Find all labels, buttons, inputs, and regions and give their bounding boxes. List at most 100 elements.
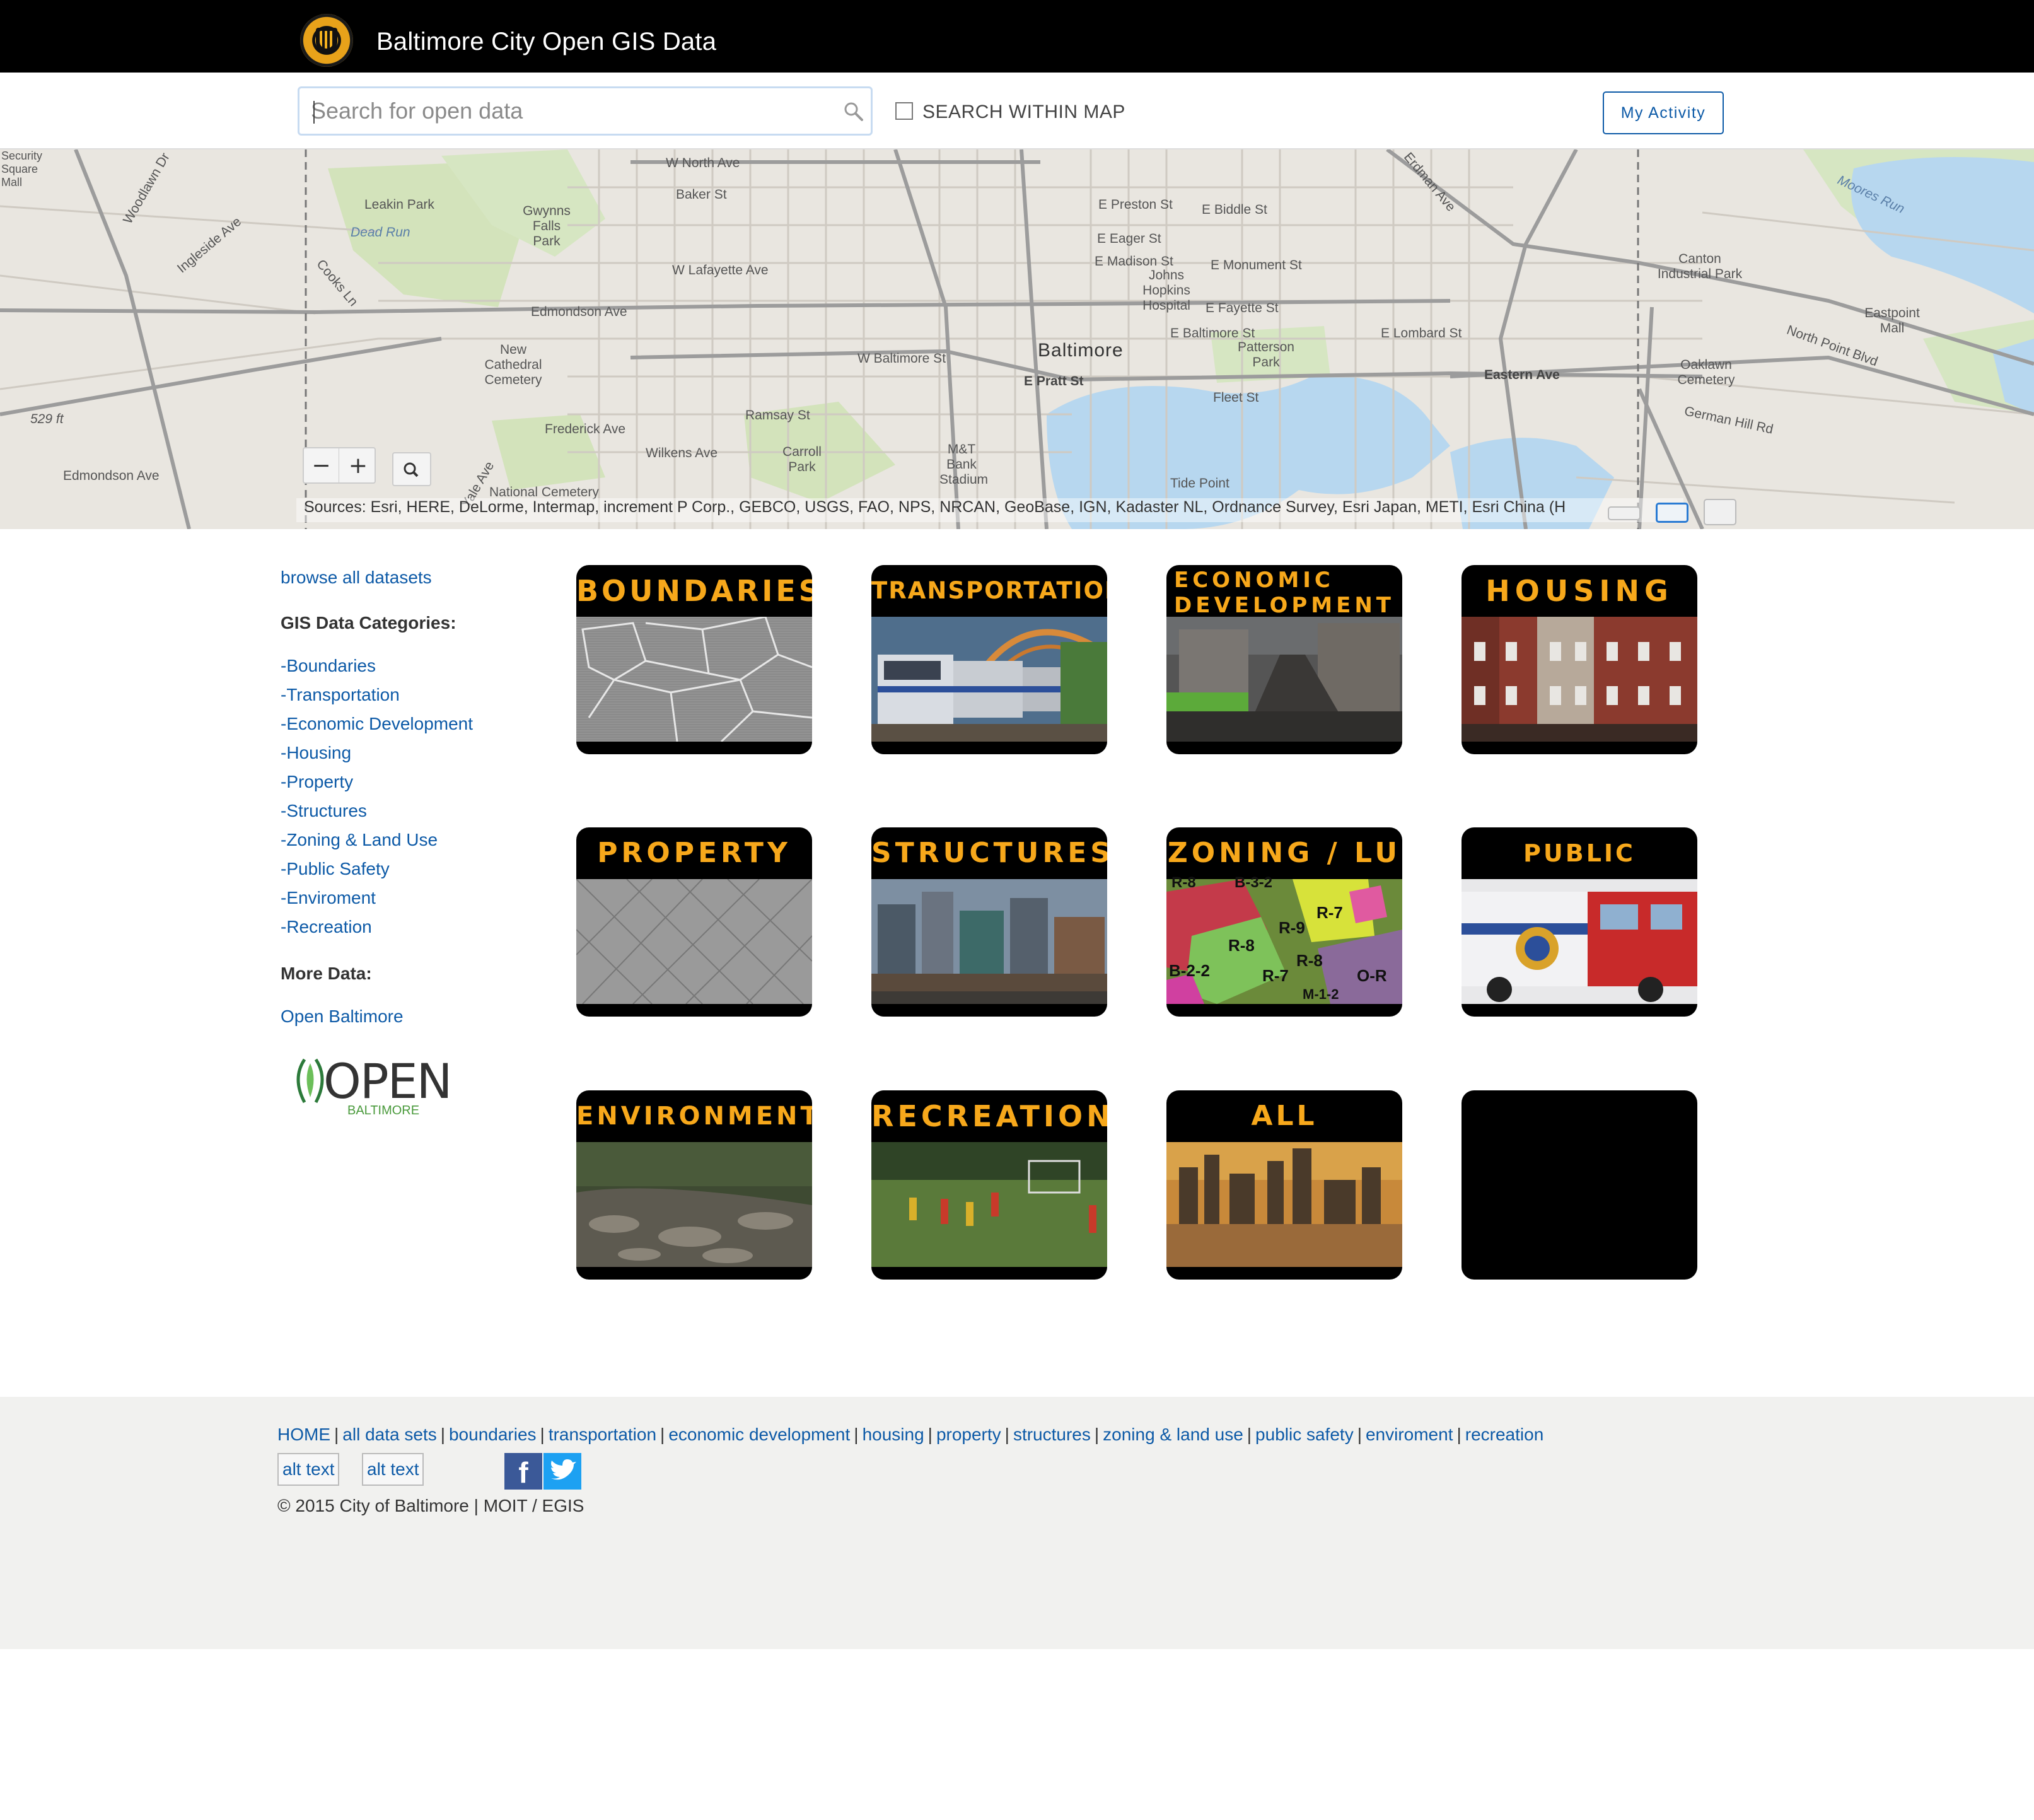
map-label: E Biddle St (1202, 202, 1267, 217)
tile-title: PROPERTY (597, 837, 791, 869)
my-activity-button[interactable]: My Activity (1603, 91, 1724, 134)
street-construction-image (1166, 617, 1402, 742)
footer-separator: | (540, 1425, 545, 1444)
brick-rowhouses-image (1462, 617, 1697, 742)
map-search-button[interactable] (392, 452, 431, 486)
tile-economic-development[interactable]: ECONOMIC DEVELOPMENT (1166, 565, 1402, 754)
twitter-icon[interactable] (543, 1453, 581, 1490)
tile-boundaries[interactable]: BOUNDARIES (576, 565, 812, 754)
sidebar-item-label: Structures (286, 801, 367, 820)
search-icon[interactable] (843, 101, 864, 122)
tile-all-datasets[interactable]: ALL DATASETS (1166, 1090, 1402, 1280)
sidebar-item-zoning[interactable]: -Zoning & Land Use (281, 830, 438, 850)
top-header-bar: Baltimore City Open GIS Data (0, 0, 2034, 73)
tile-transportation[interactable]: TRANSPORTATION (871, 565, 1107, 754)
sidebar-item-housing[interactable]: -Housing (281, 743, 351, 763)
search-box[interactable] (298, 86, 873, 136)
sidebar-item-structures[interactable]: -Structures (281, 801, 367, 821)
footer-link-transportation[interactable]: transportation (549, 1425, 656, 1444)
map-label: Frederick Ave (545, 422, 625, 436)
open-baltimore-logo[interactable]: OPEN BALTIMORE (292, 1053, 453, 1123)
light-rail-train-image (871, 617, 1107, 742)
map-label: Wilkens Ave (646, 446, 718, 460)
search-within-map-label[interactable]: SEARCH WITHIN MAP (922, 102, 1125, 123)
sidebar-item-label: Boundaries (286, 656, 376, 675)
footer-link-housing[interactable]: housing (863, 1425, 924, 1444)
zoom-out-button[interactable]: − (304, 448, 339, 482)
zoning-label: R-8 (1228, 936, 1255, 955)
browse-all-datasets-link[interactable]: browse all datasets (281, 568, 432, 588)
basemap-toggle-streets[interactable] (1656, 503, 1688, 523)
zoning-label: R-9 (1279, 918, 1305, 937)
sidebar-item-recreation[interactable]: -Recreation (281, 917, 372, 937)
footer-link-economic-development[interactable]: economic development (668, 1425, 850, 1444)
facebook-icon[interactable]: f (504, 1453, 542, 1490)
tile-title: PUBLIC SAFETY (1521, 839, 1636, 919)
zoom-in-button[interactable]: + (340, 448, 376, 482)
map-label: Canton Industrial Park (1657, 252, 1743, 281)
tile-title: TRANSPORTATION (871, 577, 1107, 604)
search-within-map-checkbox[interactable] (895, 102, 913, 120)
open-baltimore-link[interactable]: Open Baltimore (281, 1006, 404, 1027)
footer-link-recreation[interactable]: recreation (1465, 1425, 1544, 1444)
footer-link-property[interactable]: property (936, 1425, 1001, 1444)
footer-link-zoning[interactable]: zoning & land use (1103, 1425, 1243, 1444)
sidebar-item-economic-development[interactable]: -Economic Development (281, 714, 473, 734)
dash: - (281, 772, 287, 791)
tile-housing[interactable]: HOUSING (1462, 565, 1697, 754)
sidebar-item-label: Public Safety (286, 859, 390, 878)
footer-link-environment[interactable]: enviroment (1366, 1425, 1453, 1444)
sidebar-item-property[interactable]: -Property (281, 772, 353, 792)
sidebar-item-label: Recreation (286, 917, 372, 936)
dash: - (281, 830, 287, 849)
map-label: W Baltimore St (857, 351, 946, 366)
map-view[interactable]: W North Ave Leakin Park Gwynns Falls Par… (0, 149, 2034, 529)
text-cursor (313, 101, 315, 124)
tile-property[interactable]: PROPERTY (576, 827, 812, 1017)
tile-environment[interactable]: ENVIRONMENT (576, 1090, 812, 1280)
site-title[interactable]: Baltimore City Open GIS Data (376, 28, 716, 56)
boundaries-image (576, 617, 812, 742)
tile-structures[interactable]: STRUCTURES (871, 827, 1107, 1017)
tile-title: ECONOMIC DEVELOPMENT (1174, 568, 1395, 618)
map-label: 529 ft (30, 412, 64, 426)
fire-and-police-vehicles-image (1462, 879, 1697, 1004)
tile-recreation[interactable]: RECREATION (871, 1090, 1107, 1280)
tile-zoning[interactable]: ZONING / LU R-8 B-3-2 R-7 R-9 R-8 R-8 B-… (1166, 827, 1402, 1017)
city-seal-icon[interactable] (300, 14, 353, 67)
sidebar-item-label: Zoning & Land Use (286, 830, 438, 849)
map-label: E Madison St (1095, 254, 1173, 269)
dash: - (281, 859, 287, 878)
footer-link-all-data-sets[interactable]: all data sets (342, 1425, 436, 1444)
harbor-skyline-image (871, 879, 1107, 1004)
footer-link-home[interactable]: HOME (277, 1425, 330, 1444)
footer: HOME | all data sets | boundaries | transporta… (0, 1397, 2034, 1649)
sidebar-item-label: Transportation (286, 685, 400, 704)
map-label: E Monument St (1211, 258, 1302, 272)
map-label: Oaklawn Cemetery (1677, 358, 1735, 387)
zoning-label: O-R (1357, 966, 1387, 985)
footer-link-boundaries[interactable]: boundaries (449, 1425, 537, 1444)
broken-image-2[interactable]: alt text (362, 1453, 424, 1486)
map-city-label: Baltimore (1038, 340, 1124, 361)
map-label: E Lombard St (1381, 326, 1462, 341)
sidebar-item-boundaries[interactable]: -Boundaries (281, 656, 376, 676)
tile-title: HOUSING (1485, 574, 1673, 608)
footer-link-public-safety[interactable]: public safety (1255, 1425, 1354, 1444)
footer-separator: | (1247, 1425, 1252, 1444)
sidebar-item-environment[interactable]: -Enviroment (281, 888, 376, 908)
search-input[interactable] (311, 97, 815, 125)
basemap-toggle-gray[interactable] (1608, 506, 1641, 520)
sidebar-item-transportation[interactable]: -Transportation (281, 685, 400, 705)
footer-link-structures[interactable]: structures (1013, 1425, 1091, 1444)
sidebar-item-public-safety[interactable]: -Public Safety (281, 859, 390, 879)
tile-blank[interactable] (1462, 1090, 1697, 1280)
tile-title (1462, 1090, 1697, 1142)
map-label: M&T Bank Stadium (939, 442, 989, 487)
magnifier-icon (404, 462, 419, 477)
tile-public-safety[interactable]: PUBLIC SAFETY (1462, 827, 1697, 1017)
broken-image-1[interactable]: alt text (277, 1453, 340, 1486)
map-label: E Pratt St (1024, 374, 1084, 388)
basemap-toggle-imagery[interactable] (1704, 499, 1736, 525)
zoning-label: R-8 (1171, 874, 1196, 891)
